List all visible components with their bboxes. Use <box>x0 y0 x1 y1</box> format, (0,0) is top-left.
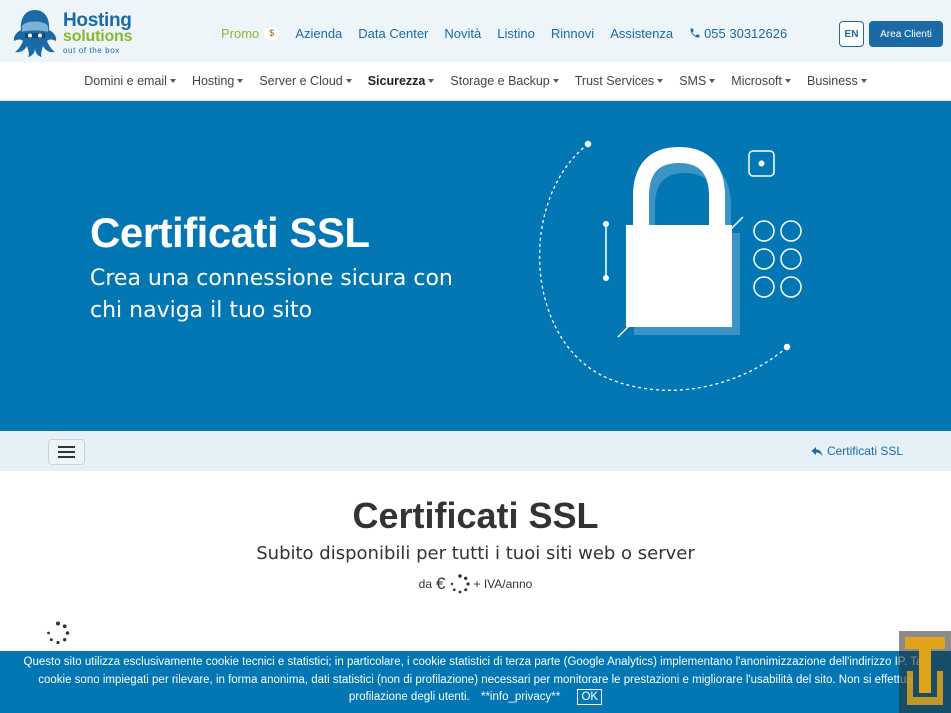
nav-business[interactable]: Business <box>807 74 867 88</box>
page-title: Certificati SSL <box>352 495 599 536</box>
main-navigation: Domini e email Hosting Server e Cloud Si… <box>0 62 951 101</box>
brand-name-line2: solutions <box>63 28 133 45</box>
breadcrumb[interactable]: Certificati SSL <box>811 444 903 458</box>
top-bar: Hosting solutions out of the box Promo $… <box>0 0 951 62</box>
nav-storage-backup[interactable]: Storage e Backup <box>450 74 559 88</box>
nav-label: SMS <box>679 74 707 88</box>
nav-sicurezza[interactable]: Sicurezza <box>368 74 435 88</box>
phone-icon <box>690 28 700 38</box>
topnav-novita[interactable]: Novità <box>444 26 481 41</box>
phone-number: 055 30312626 <box>704 25 788 41</box>
caret-down-icon <box>345 79 352 83</box>
nav-label: Sicurezza <box>367 74 426 88</box>
nav-sms[interactable]: SMS <box>679 74 716 88</box>
topnav-data-center[interactable]: Data Center <box>358 26 428 41</box>
price-suffix: + IVA/anno <box>473 577 533 591</box>
caret-down-icon <box>169 79 176 83</box>
cookie-ok-button[interactable]: OK <box>577 689 603 705</box>
nav-microsoft[interactable]: Microsoft <box>731 74 791 88</box>
caret-down-icon <box>428 79 435 83</box>
area-clienti-button[interactable]: Area Clienti <box>869 21 943 47</box>
price-line: da € + IVA/anno <box>0 574 951 594</box>
nav-label: Storage e Backup <box>450 74 550 88</box>
watermark-logo-icon <box>899 631 951 713</box>
reply-arrow-icon <box>811 446 823 456</box>
promo-badge: $ <box>264 26 280 40</box>
phone-link[interactable]: 055 30312626 <box>689 26 787 41</box>
hero-banner: Certificati SSL Crea una connessione sic… <box>0 101 951 431</box>
currency-symbol: € <box>436 574 446 593</box>
caret-down-icon <box>860 79 867 83</box>
nav-label: Business <box>806 74 858 88</box>
nav-label: Hosting <box>191 74 235 88</box>
hero-subtitle: Crea una connessione sicura con chi navi… <box>90 266 453 323</box>
page-subtitle: Subito disponibili per tutti i tuoi siti… <box>256 543 695 564</box>
nav-server-cloud[interactable]: Server e Cloud <box>259 74 352 88</box>
top-navigation: Promo $ Azienda Data Center Novità Listi… <box>221 24 803 42</box>
brand-tagline: out of the box <box>63 46 120 55</box>
nav-label: Microsoft <box>731 74 782 88</box>
nav-hosting[interactable]: Hosting <box>191 74 244 88</box>
spinner-icon <box>47 621 70 645</box>
topnav-promo[interactable]: Promo $ <box>221 25 280 41</box>
brand-logo[interactable]: Hosting solutions out of the box <box>12 8 142 58</box>
hero-title: Certificati SSL <box>90 209 370 256</box>
hamburger-icon[interactable] <box>48 439 85 465</box>
promo-label: Promo <box>221 25 260 41</box>
breadcrumb-current: Certificati SSL <box>826 444 903 458</box>
nav-trust-services[interactable]: Trust Services <box>574 74 664 88</box>
caret-down-icon <box>237 79 244 83</box>
nav-label: Trust Services <box>574 74 655 88</box>
nav-label: Server e Cloud <box>259 74 343 88</box>
caret-down-icon <box>657 79 664 83</box>
privacy-link[interactable]: **info_privacy** <box>481 691 560 703</box>
nav-label: Domini e email <box>84 74 167 88</box>
octopus-mascot-icon <box>13 10 57 57</box>
nav-domini-email[interactable]: Domini e email <box>84 74 176 88</box>
padlock-icon <box>539 140 802 391</box>
spinner-icon <box>450 574 470 594</box>
caret-down-icon <box>709 79 716 83</box>
caret-down-icon <box>552 79 559 83</box>
topnav-rinnovi[interactable]: Rinnovi <box>551 26 594 41</box>
price-prefix: da <box>418 577 433 591</box>
breadcrumb-bar: Certificati SSL <box>0 431 951 471</box>
cookie-text: Questo sito utilizza esclusivamente cook… <box>23 656 928 703</box>
caret-down-icon <box>784 79 791 83</box>
topnav-azienda[interactable]: Azienda <box>295 26 342 41</box>
topnav-assistenza[interactable]: Assistenza <box>610 26 673 41</box>
topnav-listino[interactable]: Listino <box>497 26 535 41</box>
cookie-banner: Questo sito utilizza esclusivamente cook… <box>0 651 951 713</box>
language-button[interactable]: EN <box>839 21 864 47</box>
